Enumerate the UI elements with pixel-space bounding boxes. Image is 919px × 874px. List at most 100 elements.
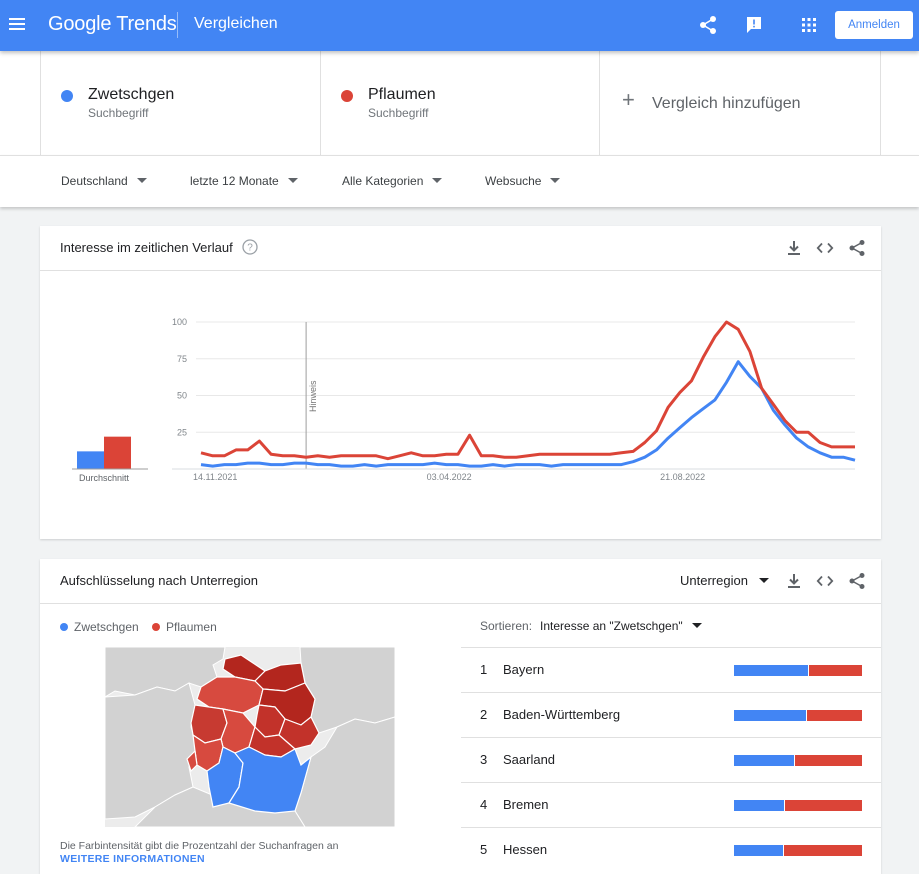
y-tick-label: 75 (177, 354, 187, 364)
card-header: Interesse im zeitlichen Verlauf ? (40, 226, 881, 271)
time-filter[interactable]: letzte 12 Monate (190, 174, 298, 188)
list-item[interactable]: 4 Bremen (461, 782, 881, 827)
category-filter[interactable]: Alle Kategorien (342, 174, 443, 188)
list-item[interactable]: 2 Baden-Württemberg (461, 692, 881, 737)
chevron-down-icon (758, 578, 769, 583)
list-item[interactable]: 1 Bayern (461, 647, 881, 692)
subregion-card: Aufschlüsselung nach Unterregion Unterre… (40, 559, 881, 874)
region-name: Saarland (503, 752, 556, 767)
chevron-down-icon (550, 178, 561, 183)
average-bar-zwetschgen[interactable] (77, 451, 104, 469)
sort-dropdown-value: Interesse an "Zwetschgen" (540, 619, 683, 633)
chevron-down-icon (432, 178, 443, 183)
subregion-selector-label: Unterregion (680, 573, 748, 588)
add-comparison-button[interactable]: + Vergleich hinzufügen (599, 51, 881, 155)
region-name: Bayern (503, 662, 545, 677)
map-country-shape (299, 647, 395, 734)
header-divider (177, 12, 178, 38)
bar-pflaumen (806, 710, 862, 721)
search-type-filter-label: Websuche (485, 174, 542, 188)
sort-control: Sortieren: Interesse an "Zwetschgen" (480, 619, 702, 633)
region-ranking-list: 1 Bayern 2 Baden-Württemberg 3 Saarland 4 Br… (461, 647, 881, 872)
menu-icon[interactable] (8, 15, 26, 35)
rank-number: 2 (480, 707, 488, 722)
region-name: Baden-Württemberg (503, 707, 621, 722)
feedback-icon[interactable] (744, 15, 764, 35)
rank-number: 1 (480, 662, 488, 677)
rank-number: 4 (480, 797, 488, 812)
annotation-label[interactable]: Hinweis (308, 380, 318, 412)
card-header: Aufschlüsselung nach Unterregion Unterre… (40, 559, 881, 604)
legend-dot (60, 623, 68, 631)
average-bar-pflaumen[interactable] (104, 436, 131, 469)
search-term-1[interactable]: Zwetschgen Suchbegriff (40, 51, 320, 155)
help-icon[interactable]: ? (242, 239, 258, 255)
average-label: Durchschnitt (79, 473, 130, 483)
time-filter-label: letzte 12 Monate (190, 174, 279, 188)
subregion-selector[interactable]: Unterregion (680, 573, 769, 588)
interest-line-chart: 25 50 75 100 Hinweis 14.11.2021 03.04.2022 21… (72, 317, 856, 483)
legend-label: Zwetschgen (74, 620, 139, 634)
legend-item-zwetschgen: Zwetschgen (60, 620, 139, 634)
legend-label: Pflaumen (166, 620, 217, 634)
add-comparison-label: Vergleich hinzufügen (652, 95, 801, 112)
bar-zwetschgen (734, 710, 806, 721)
bar-pflaumen (783, 845, 862, 856)
x-tick-label: 14.11.2021 (193, 472, 237, 482)
rank-number: 3 (480, 752, 488, 767)
more-info-link[interactable]: WEITERE INFORMATIONEN (60, 853, 205, 865)
chevron-down-icon (287, 178, 298, 183)
search-term-type: Suchbegriff (88, 106, 149, 120)
legend-dot (152, 623, 161, 631)
map-svg (105, 647, 395, 827)
google-trends-logo[interactable]: Google Trends (48, 13, 177, 36)
term-color-dot (61, 90, 73, 102)
apps-icon[interactable] (799, 15, 819, 35)
download-icon[interactable] (785, 239, 803, 257)
interest-over-time-card: Interesse im zeitlichen Verlauf ? 25 50 75… (40, 226, 881, 539)
x-axis-ticks: 14.11.2021 03.04.2022 21.08.2022 (193, 472, 705, 482)
bar-zwetschgen (734, 845, 783, 856)
series-line-pflaumen (200, 320, 855, 461)
comparison-bar (734, 665, 862, 676)
signin-button[interactable]: Anmelden (835, 11, 913, 39)
svg-text:?: ? (247, 243, 253, 254)
rank-number: 5 (480, 842, 488, 857)
embed-code-icon[interactable] (816, 572, 834, 590)
filter-bar: Deutschland letzte 12 Monate Alle Katego… (0, 155, 919, 207)
plus-icon: + (622, 87, 635, 112)
category-filter-label: Alle Kategorien (342, 174, 424, 188)
bar-zwetschgen (734, 800, 784, 811)
region-filter-label: Deutschland (61, 174, 128, 188)
comparison-bar (734, 710, 862, 721)
region-name: Bremen (503, 797, 549, 812)
x-tick-label: 21.08.2022 (660, 472, 705, 482)
bar-zwetschgen (734, 755, 795, 766)
search-type-filter[interactable]: Websuche (485, 174, 561, 188)
bar-pflaumen (784, 800, 862, 811)
chevron-down-icon (136, 178, 147, 183)
share-icon[interactable] (848, 239, 866, 257)
sort-dropdown[interactable]: Interesse an "Zwetschgen" (540, 619, 702, 633)
chart-grid (196, 321, 855, 433)
embed-code-icon[interactable] (816, 239, 834, 257)
y-tick-label: 50 (177, 391, 187, 401)
region-filter[interactable]: Deutschland (61, 174, 147, 188)
list-item[interactable]: 3 Saarland (461, 737, 881, 782)
share-icon[interactable] (698, 15, 718, 35)
search-term-2[interactable]: Pflaumen Suchbegriff (320, 51, 600, 155)
share-icon[interactable] (848, 572, 866, 590)
search-terms-bar: Zwetschgen Suchbegriff Pflaumen Suchbegr… (0, 51, 919, 155)
legend-item-pflaumen: Pflaumen (152, 620, 217, 634)
list-item[interactable]: 5 Hessen (461, 827, 881, 872)
x-tick-label: 03.04.2022 (427, 472, 472, 482)
bar-zwetschgen (734, 665, 809, 676)
download-icon[interactable] (785, 572, 803, 590)
y-axis-ticks: 25 50 75 100 (172, 317, 187, 437)
y-tick-label: 25 (177, 427, 187, 437)
germany-region-map[interactable] (105, 647, 395, 827)
search-term-type: Suchbegriff (368, 106, 429, 120)
y-tick-label: 100 (172, 317, 187, 327)
card-title: Aufschlüsselung nach Unterregion (60, 573, 259, 588)
chevron-down-icon (691, 623, 702, 628)
